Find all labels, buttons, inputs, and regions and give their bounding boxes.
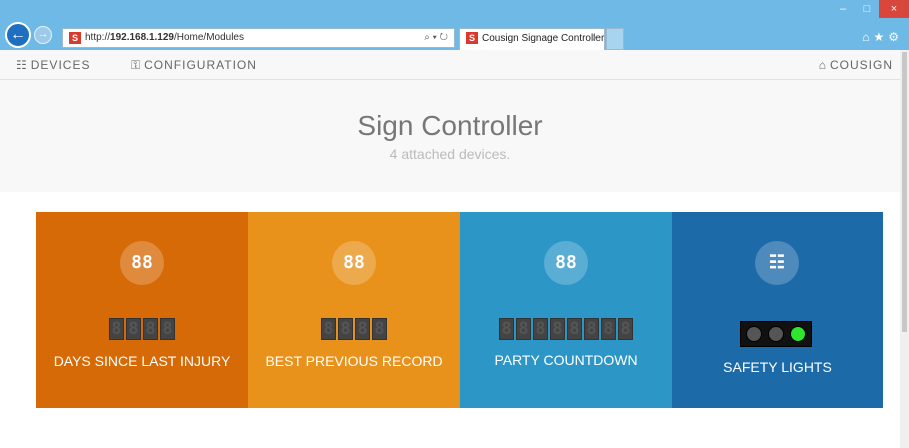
page-title: Sign Controller [357, 110, 543, 141]
display-digit: 8 [550, 318, 565, 340]
module-tile-party-countdown[interactable]: 88 88888888 PARTY COUNTDOWN [460, 212, 672, 408]
tile-label: PARTY COUNTDOWN [494, 352, 638, 368]
seven-segment-icon: 88 [120, 241, 164, 285]
page-scrollbar[interactable] [900, 50, 909, 448]
display-digit: 8 [355, 318, 370, 340]
address-bar-icons[interactable]: ⌕ ▾ ↻ [424, 29, 448, 47]
browser-tab[interactable]: S Cousign Signage Controller × [459, 28, 605, 50]
close-window-icon[interactable]: × [879, 0, 909, 18]
display-digit: 8 [338, 318, 353, 340]
display-digit: 8 [109, 318, 124, 340]
nav-configuration[interactable]: ⚿ CONFIGURATION [131, 50, 257, 80]
traffic-light-icon: ☷ [755, 241, 799, 285]
display-digit: 8 [516, 318, 531, 340]
address-bar[interactable]: Shttp://192.168.1.129/Home/Modules ⌕ ▾ ↻ [62, 28, 455, 48]
nav-brand-label: COUSIGN [829, 58, 893, 72]
display-digit: 8 [584, 318, 599, 340]
display-digit: 8 [533, 318, 548, 340]
app-navbar: ☷ DEVICES ⚿ CONFIGURATION ⌂ COUSIGN [0, 50, 909, 80]
seven-segment-icon: 88 [332, 241, 376, 285]
tile-label: BEST PREVIOUS RECORD [265, 353, 443, 369]
green-lamp [790, 326, 806, 342]
favorites-star-icon[interactable]: ★ [873, 30, 888, 44]
settings-gear-icon[interactable]: ⚙ [888, 30, 903, 44]
back-button[interactable]: ← [5, 22, 31, 48]
red-lamp [746, 326, 762, 342]
url-path: /Home/Modules [173, 32, 244, 43]
display-digit: 8 [143, 318, 158, 340]
scrollbar-thumb[interactable] [902, 52, 907, 332]
tab-favicon-icon: S [466, 32, 478, 44]
digit-display: 88888888 [460, 318, 672, 340]
nav-devices-label: DEVICES [30, 58, 91, 72]
forward-button[interactable]: → [34, 26, 52, 44]
traffic-light-display [740, 321, 812, 347]
url-host: 192.168.1.129 [110, 32, 174, 43]
display-digit: 8 [567, 318, 582, 340]
tab-title: Cousign Signage Controller [482, 33, 605, 44]
module-tile-days-since-injury[interactable]: 88 8888 DAYS SINCE LAST INJURY [36, 212, 248, 408]
page-subtitle: 4 attached devices. [389, 146, 511, 162]
yellow-lamp [768, 326, 784, 342]
display-digit: 8 [126, 318, 141, 340]
digit-display: 8888 [36, 318, 248, 340]
digit-display: 8888 [248, 318, 460, 340]
url-prefix: http:// [85, 32, 111, 43]
display-digit: 8 [372, 318, 387, 340]
new-tab-button[interactable] [606, 28, 624, 50]
window-controls: – □ × [831, 0, 909, 20]
home-icon: ⌂ [818, 58, 827, 72]
module-tile-safety-lights[interactable]: ☷ SAFETY LIGHTS [672, 212, 883, 408]
display-digit: 8 [499, 318, 514, 340]
sitemap-icon: ☷ [16, 58, 28, 72]
tab-close-icon[interactable]: × [592, 29, 598, 49]
nav-brand[interactable]: ⌂ COUSIGN [819, 50, 893, 80]
tile-label: DAYS SINCE LAST INJURY [53, 353, 231, 369]
home-icon[interactable]: ⌂ [862, 30, 873, 44]
module-tile-best-record[interactable]: 88 8888 BEST PREVIOUS RECORD [248, 212, 460, 408]
nav-configuration-label: CONFIGURATION [144, 58, 257, 72]
display-digit: 8 [321, 318, 336, 340]
site-favicon-icon: S [69, 32, 81, 44]
display-digit: 8 [160, 318, 175, 340]
browser-chrome: ← → Shttp://192.168.1.129/Home/Modules ⌕… [0, 0, 909, 50]
maximize-icon[interactable]: □ [855, 0, 879, 18]
nav-devices[interactable]: ☷ DEVICES [16, 50, 90, 80]
browser-toolbar-icons: ⌂★⚙ [862, 30, 903, 44]
key-icon: ⚿ [131, 58, 142, 72]
display-digit: 8 [601, 318, 616, 340]
display-digit: 8 [618, 318, 633, 340]
tile-label: SAFETY LIGHTS [723, 359, 832, 375]
page-header: Sign Controller 4 attached devices. [0, 80, 900, 192]
minimize-icon[interactable]: – [831, 0, 855, 18]
seven-segment-icon: 88 [544, 241, 588, 285]
